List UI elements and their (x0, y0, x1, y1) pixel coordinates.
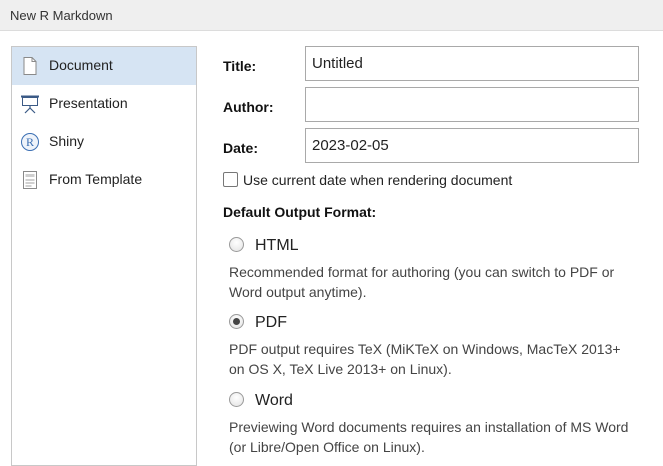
author-label: Author: (223, 99, 274, 115)
use-current-date-checkbox[interactable] (223, 172, 238, 187)
use-current-date-label[interactable]: Use current date when rendering document (243, 172, 512, 188)
word-radio-label[interactable]: Word (255, 392, 293, 410)
dialog-titlebar: New R Markdown (0, 0, 663, 31)
sidebar-item-label: Shiny (49, 133, 85, 149)
sidebar-item-from-template[interactable]: From Template (12, 161, 196, 199)
word-radio[interactable] (229, 392, 244, 407)
template-icon (20, 170, 40, 190)
word-description: Previewing Word documents requires an in… (229, 419, 629, 455)
sidebar-item-presentation[interactable]: Presentation (12, 85, 196, 123)
author-input[interactable] (305, 87, 639, 122)
html-radio[interactable] (229, 237, 244, 252)
date-input[interactable] (305, 128, 639, 163)
pdf-description: PDF output requires TeX (MiKTeX on Windo… (229, 341, 621, 377)
sidebar-item-label: Presentation (49, 95, 128, 111)
sidebar-item-label: Document (49, 57, 113, 73)
title-input[interactable] (305, 46, 639, 81)
html-description: Recommended format for authoring (you ca… (229, 264, 615, 300)
sidebar-item-label: From Template (49, 171, 143, 187)
presentation-icon (20, 94, 40, 114)
date-label: Date: (223, 140, 259, 156)
template-sidebar: Document Presentation R Shiny From Templ… (11, 46, 197, 466)
html-radio-label[interactable]: HTML (255, 237, 299, 255)
dialog-title: New R Markdown (10, 8, 113, 23)
sidebar-item-document[interactable]: Document (12, 47, 196, 85)
pdf-radio-label[interactable]: PDF (255, 314, 287, 332)
shiny-r-icon: R (20, 132, 40, 152)
pdf-radio[interactable] (229, 314, 244, 329)
title-label: Title: (223, 58, 257, 74)
default-output-format-label: Default Output Format: (223, 204, 377, 220)
svg-text:R: R (26, 135, 34, 149)
sidebar-item-shiny[interactable]: R Shiny (12, 123, 196, 161)
document-icon (20, 56, 40, 76)
